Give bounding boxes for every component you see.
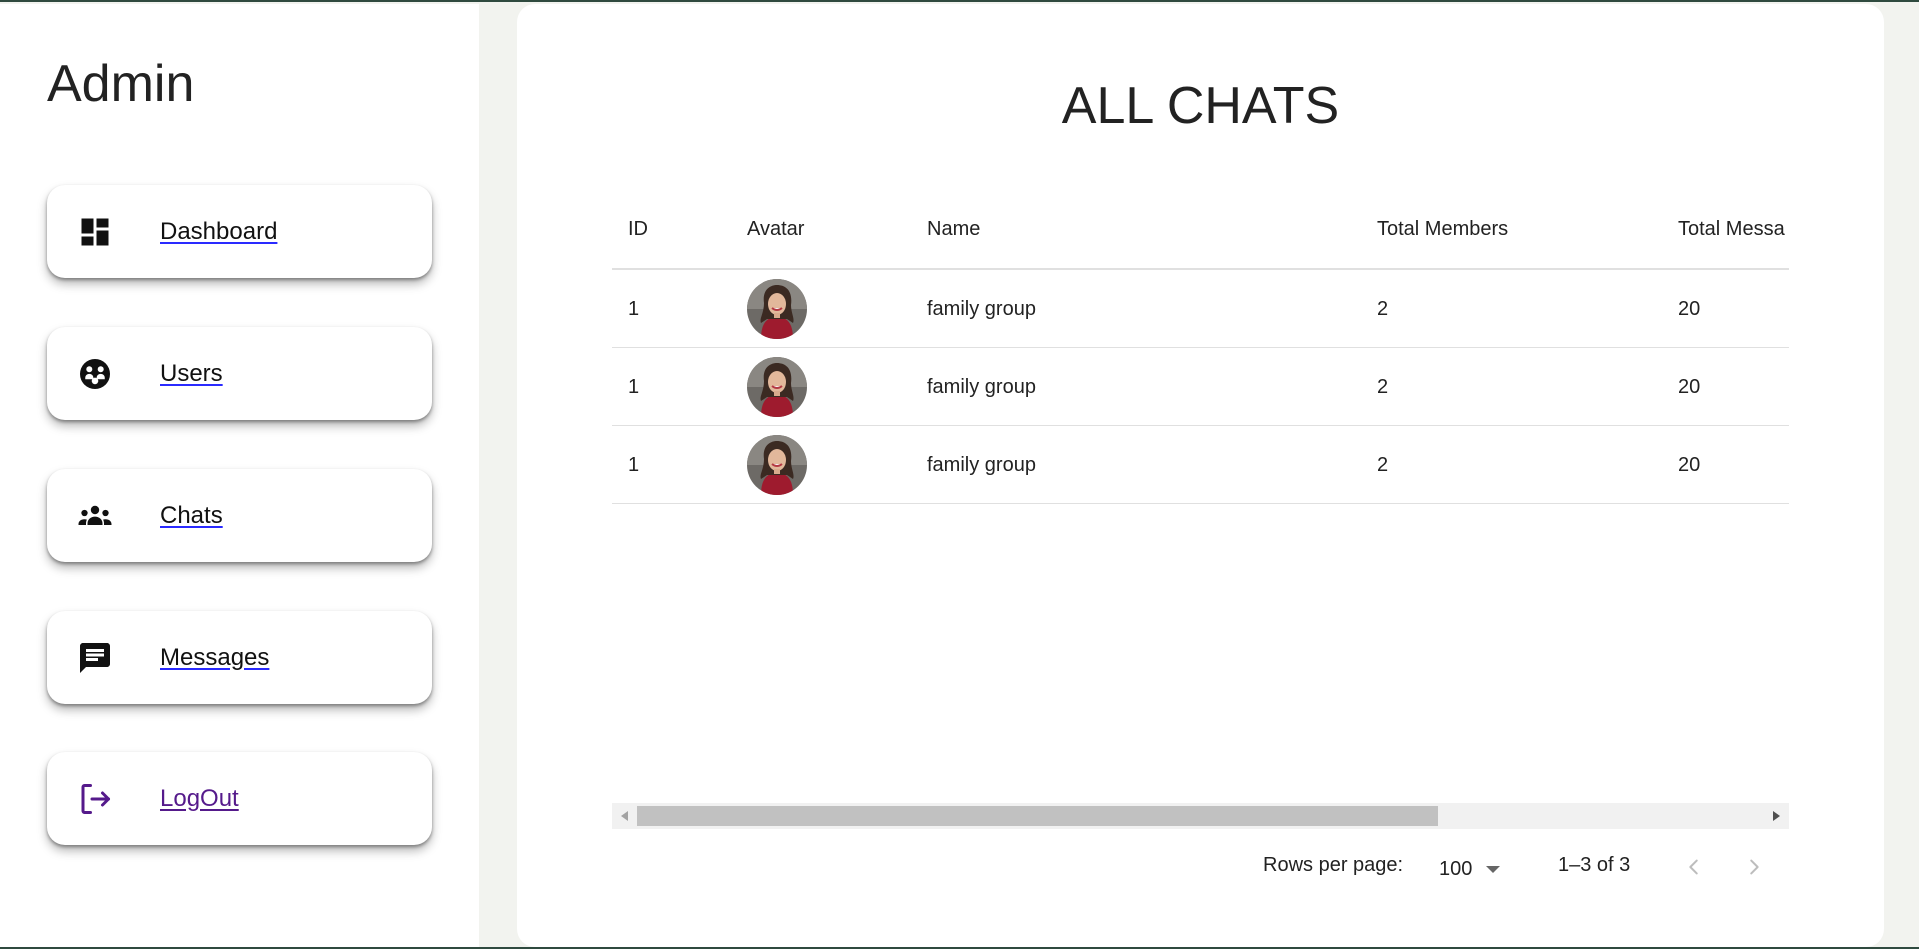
cell-total-messages: 20 [1678,376,1701,398]
message-icon [77,640,113,676]
column-header-total-messages[interactable]: Total Messa [1678,218,1789,241]
cell-total-members: 2 [1377,454,1389,476]
sidebar-item-label[interactable]: LogOut [160,785,239,813]
cell-id: 1 [628,298,640,320]
cell-name: family group [927,454,1036,476]
chevron-right-icon [1750,859,1759,875]
column-header-total-members[interactable]: Total Members [1377,218,1637,241]
cell-id: 1 [628,454,640,476]
cell-name: family group [927,376,1036,398]
next-page-button[interactable] [1739,852,1769,882]
chevron-left-icon [1689,859,1698,875]
previous-page-button[interactable] [1679,852,1709,882]
table-header: ID Avatar Name Total Members Total Messa [612,180,1789,270]
chevron-down-icon [1486,865,1501,873]
horizontal-scrollbar[interactable] [612,803,1789,829]
sidebar-item-chats[interactable]: Chats [47,469,432,562]
scroll-left-icon[interactable] [621,811,628,821]
pagination-range: 1–3 of 3 [1558,854,1631,876]
column-header-id[interactable]: ID [628,218,728,241]
sidebar-item-label[interactable]: Messages [160,644,269,672]
page-title: ALL CHATS [1061,77,1340,135]
rows-per-page-label: Rows per page: [1263,854,1404,876]
cell-total-members: 2 [1377,298,1389,320]
cell-total-members: 2 [1377,376,1389,398]
sidebar: Admin Dashboard Users Chats Messages Log… [0,4,479,947]
scroll-right-icon[interactable] [1773,811,1780,821]
logout-icon [77,781,113,817]
sidebar-item-messages[interactable]: Messages [47,611,432,704]
table-row[interactable]: 1 family group 2 20 [612,348,1789,426]
rows-per-page-value: 100 [1439,857,1473,880]
sidebar-item-label[interactable]: Users [160,360,223,388]
sidebar-item-users[interactable]: Users [47,327,432,420]
cell-total-messages: 20 [1678,298,1701,320]
sidebar-item-dashboard[interactable]: Dashboard [47,185,432,278]
users-icon [77,356,113,392]
admin-title: Admin [47,55,195,113]
groups-icon [77,498,113,534]
column-header-avatar[interactable]: Avatar [747,218,897,241]
chats-table: ID Avatar Name Total Members Total Messa… [612,180,1789,830]
sidebar-item-label[interactable]: Chats [160,502,223,530]
sidebar-item-label[interactable]: Dashboard [160,218,277,246]
main-panel: ALL CHATS ID Avatar Name Total Members T… [517,4,1884,947]
dashboard-icon [77,214,113,250]
column-header-name[interactable]: Name [927,218,1327,241]
cell-id: 1 [628,376,640,398]
cell-name: family group [927,298,1036,320]
table-row[interactable]: 1 family group 2 20 [612,270,1789,348]
avatar [747,357,807,417]
scrollbar-thumb[interactable] [637,806,1438,826]
app-window: Admin Dashboard Users Chats Messages Log… [0,0,1919,949]
avatar [747,435,807,495]
table-row[interactable]: 1 family group 2 20 [612,426,1789,504]
cell-total-messages: 20 [1678,454,1701,476]
avatar [747,279,807,339]
sidebar-item-logout[interactable]: LogOut [47,752,432,845]
rows-per-page-select[interactable]: 100 [1439,854,1501,884]
